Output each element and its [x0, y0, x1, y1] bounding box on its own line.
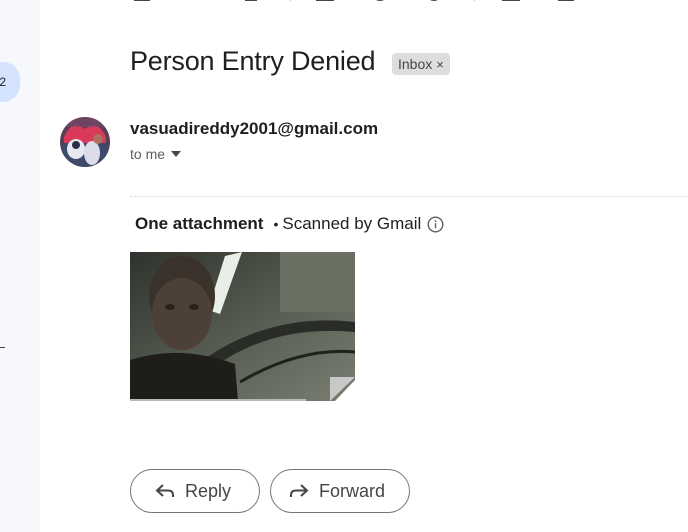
left-nav-strip: 2 [0, 0, 40, 532]
toolbar-separator [290, 0, 291, 1]
separator-dot: • [273, 216, 279, 232]
remove-label-icon[interactable]: × [436, 57, 444, 72]
nav-item-count-badge[interactable]: 2 [0, 62, 20, 102]
sender-email[interactable]: vasuadireddy2001@gmail.com [130, 119, 378, 139]
report-spam-icon[interactable] [190, 0, 204, 2]
delete-icon[interactable] [244, 0, 258, 2]
label-chip-inbox[interactable]: Inbox × [392, 53, 450, 75]
snooze-icon[interactable] [372, 0, 388, 2]
archive-icon[interactable] [134, 0, 150, 2]
nav-badge-count: 2 [0, 75, 6, 89]
reply-arrow-icon [155, 484, 174, 497]
recipient-details[interactable]: to me [130, 146, 182, 162]
mark-unread-icon[interactable] [316, 0, 334, 2]
forward-button[interactable]: Forward [270, 469, 410, 513]
label-chip-text: Inbox [398, 56, 433, 72]
reply-button[interactable]: Reply [130, 469, 260, 513]
email-toolbar [130, 0, 688, 5]
reply-label: Reply [185, 480, 232, 501]
recipient-text: to me [130, 146, 166, 162]
info-icon[interactable] [427, 215, 444, 233]
nav-divider [0, 347, 5, 348]
label-icon[interactable] [558, 0, 574, 2]
scanned-by-gmail: Scanned by Gmail [282, 214, 422, 233]
toolbar-separator [474, 0, 475, 1]
attachment-thumbnail[interactable] [130, 252, 355, 401]
avatar-photo [60, 117, 110, 167]
sender-avatar[interactable] [60, 117, 110, 167]
caret-down-icon[interactable] [171, 151, 182, 157]
attachment-count: One attachment [135, 214, 264, 233]
forward-arrow-icon [290, 484, 309, 497]
email-subject: Person Entry Denied [130, 46, 376, 76]
move-to-icon[interactable] [502, 0, 520, 2]
attachments-header: One attachment • Scanned by Gmail [135, 214, 444, 234]
attachment-image-preview [130, 252, 355, 401]
more-options-icon[interactable] [614, 0, 622, 2]
add-task-icon[interactable] [426, 0, 442, 2]
forward-label: Forward [319, 480, 386, 501]
header-body-divider [130, 196, 688, 197]
